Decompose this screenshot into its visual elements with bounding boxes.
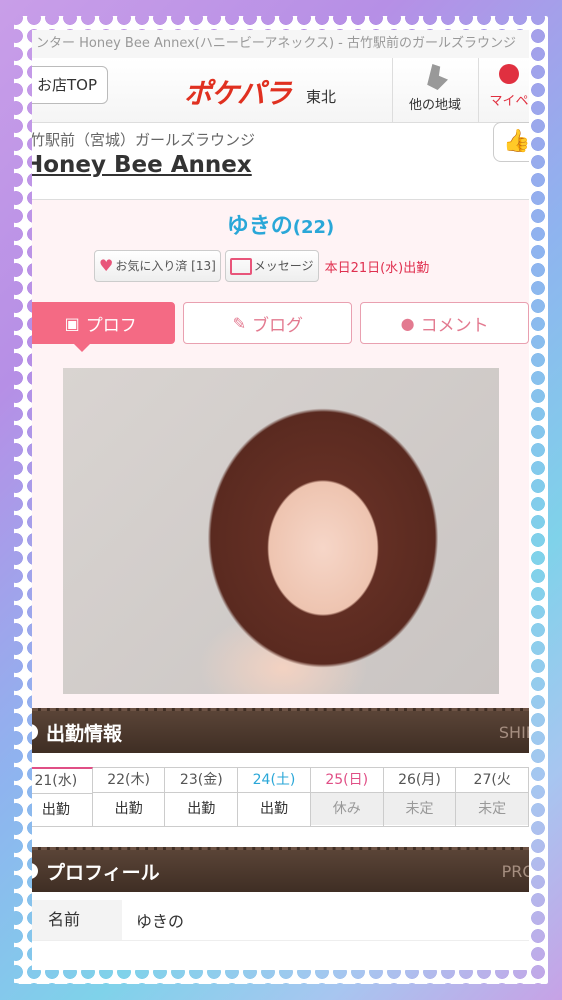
profile-en-label: PRO — [501, 861, 529, 881]
girl-name-text: ゆきの — [226, 214, 293, 239]
region-label: 東北 — [306, 88, 337, 106]
other-area-label: 他の地域 — [408, 98, 461, 113]
schedule-status: 出勤 — [187, 801, 216, 817]
page-title-bar: ンター Honey Bee Annex(ハニービーアネックス) - 古竹駅前のガ… — [32, 30, 529, 58]
schedule-status: 出勤 — [114, 801, 143, 817]
tab-blog-label: ブログ — [252, 315, 303, 336]
bullet-icon — [32, 863, 38, 879]
schedule-day[interactable]: 27(火 未定 — [456, 767, 529, 827]
schedule-date: 21(水) — [32, 769, 92, 794]
favorite-label: お気に入り済 [13] — [115, 259, 216, 273]
edit-icon: ✎ — [232, 313, 246, 333]
profile-title-text: プロフィール — [46, 861, 160, 884]
girl-name: ゆきの(22) — [32, 208, 529, 240]
tab-blog[interactable]: ✎ ブログ — [183, 302, 353, 344]
profile-row: 名前 ゆきの — [32, 900, 529, 941]
message-label: メッセージ — [253, 259, 314, 273]
profile-tabs: ▣ プロフ ✎ ブログ ● コメント — [32, 302, 529, 352]
message-button[interactable]: メッセージ — [224, 250, 319, 282]
profile-title: プロフィール — [32, 858, 160, 885]
profile-key: 名前 — [32, 900, 122, 940]
photo-wrap — [32, 344, 529, 708]
schedule-day[interactable]: 22(木) 出勤 — [92, 767, 166, 827]
shop-name-link[interactable]: Honey Bee Annex — [32, 152, 529, 178]
profile-table: 名前 ゆきの — [32, 900, 529, 941]
mypage-button[interactable]: マイペ — [478, 58, 529, 122]
bullet-icon — [32, 724, 38, 740]
schedule-title: 出勤情報 — [32, 719, 122, 746]
person-icon — [499, 64, 519, 84]
girl-photo[interactable] — [63, 368, 499, 694]
shop-top-button[interactable]: お店TOP — [32, 66, 108, 104]
schedule-en-label: SHIF — [498, 722, 529, 742]
shop-info: 竹駅前（宮城）ガールズラウンジ Honey Bee Annex — [32, 123, 529, 200]
girl-age: (22) — [292, 217, 335, 238]
like-button[interactable]: 👍 — [493, 122, 529, 162]
speech-bubble-icon: ● — [400, 313, 415, 333]
schedule-date: 22(木) — [92, 768, 165, 793]
tab-profile[interactable]: ▣ プロフ — [32, 302, 176, 352]
schedule-date: 24(土) — [238, 768, 310, 793]
mail-icon — [229, 257, 252, 275]
schedule-title-text: 出勤情報 — [46, 722, 123, 745]
site-logo[interactable]: ポケパラ — [184, 72, 292, 112]
profile-value: ゆきの — [136, 912, 185, 931]
tab-comment[interactable]: ● コメント — [360, 302, 529, 344]
schedule-status: 出勤 — [260, 801, 289, 817]
schedule-status: 休み — [310, 793, 383, 825]
action-row: ♥ お気に入り済 [13] メッセージ 本日21日(水)出勤 — [94, 250, 529, 282]
tab-profile-label: プロフ — [85, 315, 137, 336]
site-header: お店TOP ポケパラ 東北 他の地域 マイペ — [32, 58, 529, 123]
schedule-table: 21(水) 出勤 22(木) 出勤 23(金) 出勤 24(土) 出勤 25(日… — [32, 767, 529, 827]
favorite-button[interactable]: ♥ お気に入り済 [13] — [94, 250, 221, 282]
other-area-button[interactable]: 他の地域 — [392, 58, 477, 122]
heart-icon: ♥ — [99, 256, 114, 275]
schedule-date: 25(日) — [310, 768, 383, 793]
japan-map-icon — [427, 64, 448, 90]
schedule-day[interactable]: 21(水) 出勤 — [32, 767, 93, 827]
schedule-day[interactable]: 25(日) 休み — [310, 767, 384, 827]
schedule-status: 未定 — [383, 793, 456, 825]
thumbs-up-icon: 👍 — [503, 129, 529, 154]
tab-comment-label: コメント — [420, 315, 489, 336]
schedule-day[interactable]: 26(月) 未定 — [383, 767, 457, 827]
schedule-status: 出勤 — [41, 802, 70, 818]
schedule-day[interactable]: 23(金) 出勤 — [165, 767, 239, 827]
schedule-date: 26(月) — [383, 768, 456, 793]
schedule-status: 未定 — [456, 793, 529, 825]
schedule-day[interactable]: 24(土) 出勤 — [238, 767, 311, 827]
schedule-date: 27(火 — [456, 768, 529, 793]
profile-header: プロフィール PRO — [32, 847, 529, 892]
girl-section: ゆきの(22) ♥ お気に入り済 [13] メッセージ 本日21日(水)出勤 ▣… — [32, 200, 529, 708]
schedule-date: 23(金) — [165, 768, 238, 793]
schedule-header: 出勤情報 SHIF — [32, 708, 529, 753]
shop-area: 竹駅前（宮城）ガールズラウンジ — [32, 131, 256, 149]
today-work-status: 本日21日(水)出勤 — [324, 260, 430, 276]
id-card-icon: ▣ — [64, 313, 80, 333]
phone-screen: ンター Honey Bee Annex(ハニービーアネックス) - 古竹駅前のガ… — [32, 30, 529, 970]
mypage-label: マイペ — [489, 94, 529, 109]
